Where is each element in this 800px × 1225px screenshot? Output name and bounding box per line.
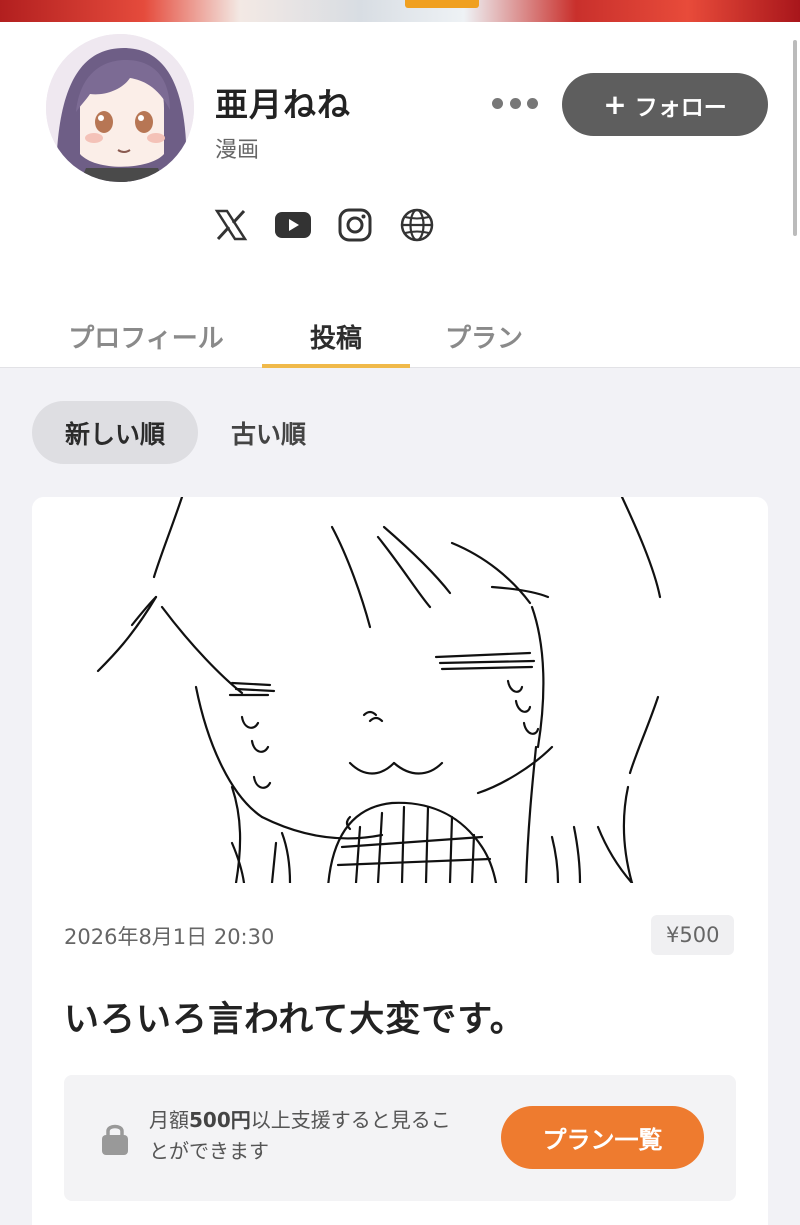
youtube-icon[interactable] <box>274 206 312 244</box>
follow-button[interactable]: + フォロー <box>562 73 768 136</box>
locked-content-box: 月額500円以上支援すると見ることができます プラン一覧 <box>64 1075 736 1201</box>
lock-text-pre: 月額 <box>149 1108 189 1132</box>
tab-profile[interactable]: プロフィール <box>40 304 252 368</box>
lock-icon <box>102 1124 128 1155</box>
price-badge: ¥500 <box>651 915 735 955</box>
dot <box>527 97 538 109</box>
banner-badge <box>405 0 479 8</box>
social-links <box>212 206 436 244</box>
sort-newest[interactable]: 新しい順 <box>32 401 199 464</box>
creator-name: 亜月ねね <box>215 85 351 124</box>
plus-icon: + <box>603 88 627 121</box>
follow-label: フォロー <box>634 94 727 121</box>
sort-oldest[interactable]: 古い順 <box>198 401 339 464</box>
post-thumbnail[interactable] <box>32 497 768 889</box>
tab-bar: プロフィール 投稿 プラン <box>0 304 800 368</box>
tab-posts[interactable]: 投稿 <box>262 304 410 368</box>
post-title[interactable]: いろいろ言われて大変です。 <box>64 991 526 1042</box>
post-date: 2026年8月1日 20:30 <box>64 925 275 949</box>
creator-category: 漫画 <box>215 138 260 163</box>
sort-options: 新しい順 古い順 <box>32 401 339 464</box>
scrollbar[interactable] <box>793 40 797 236</box>
tab-plans[interactable]: プラン <box>420 304 548 368</box>
avatar[interactable] <box>42 30 198 186</box>
lock-message: 月額500円以上支援すると見ることができます <box>149 1105 459 1167</box>
instagram-icon[interactable] <box>336 206 374 244</box>
dot <box>492 97 503 109</box>
x-icon[interactable] <box>212 206 250 244</box>
lock-amount: 500円 <box>189 1108 251 1132</box>
dot <box>509 97 521 109</box>
plans-button[interactable]: プラン一覧 <box>501 1106 704 1169</box>
more-dots-icon[interactable] <box>492 88 538 118</box>
globe-icon[interactable] <box>398 206 436 244</box>
post-card[interactable]: 2026年8月1日 20:30 ¥500 いろいろ言われて大変です。 月額500… <box>32 497 768 1225</box>
creator-header: 亜月ねね 漫画 + フォロー プロフィール 投稿 プラン <box>0 22 800 368</box>
